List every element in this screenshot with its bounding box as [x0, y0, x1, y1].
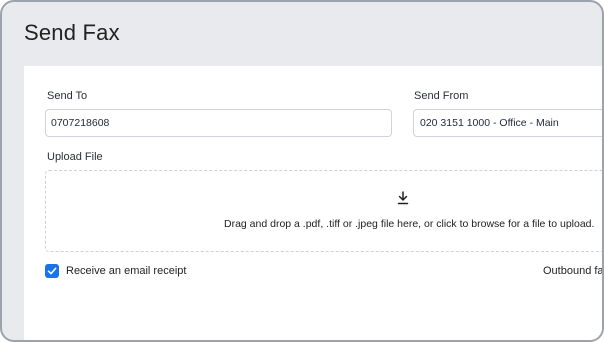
checkmark-icon [47, 267, 57, 275]
send-from-selected-value: 020 3151 1000 - Office - Main [420, 117, 559, 129]
upload-file-label: Upload File [47, 151, 103, 163]
dropzone-instructions: Drag and drop a .pdf, .tiff or .jpeg fil… [224, 218, 595, 230]
email-receipt-checkbox[interactable] [45, 264, 59, 278]
send-fax-form: Send To Send From 020 3151 1000 - Office… [24, 66, 604, 340]
send-from-select[interactable]: 020 3151 1000 - Office - Main [413, 109, 602, 137]
send-to-input[interactable] [45, 109, 392, 137]
send-to-label: Send To [47, 90, 88, 102]
page-title: Send Fax [24, 20, 120, 45]
download-icon [397, 191, 409, 205]
email-receipt-label: Receive an email receipt [66, 265, 187, 277]
send-from-label: Send From [414, 90, 469, 102]
window-frame: Send Fax Send To Send From 020 3151 1000… [0, 0, 604, 342]
upload-dropzone[interactable]: Drag and drop a .pdf, .tiff or .jpeg fil… [45, 170, 602, 252]
outbound-fax-text: Outbound fax [543, 265, 604, 277]
